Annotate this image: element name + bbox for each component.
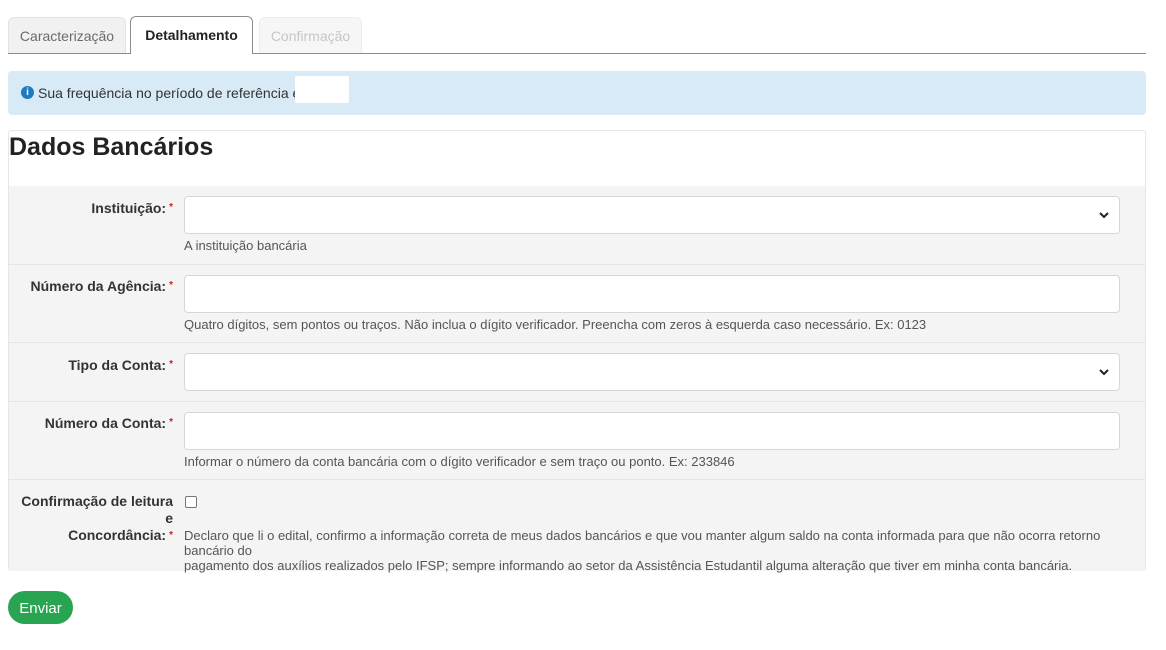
bank-data-form: Instituição: * A instituição bancária Núm… (9, 186, 1145, 573)
bank-data-card: Dados Bancários Instituição: * A institui… (8, 130, 1146, 573)
confirmacao-checkbox[interactable] (185, 496, 197, 508)
tab-detalhamento[interactable]: Detalhamento (130, 16, 253, 54)
tab-caracterizacao[interactable]: Caracterização (8, 17, 126, 53)
tab-confirmacao: Confirmação (259, 17, 362, 53)
frequency-value (295, 76, 349, 103)
confirmacao-label: Confirmação de leitura e Concordância: * (21, 493, 173, 543)
instituicao-label: Instituição: * (91, 200, 173, 216)
frequency-alert: i Sua frequência no período de referênci… (8, 71, 1146, 115)
required-marker: * (169, 417, 173, 428)
tab-bar: Caracterização Detalhamento Confirmação (8, 16, 1146, 54)
numero-conta-input[interactable] (184, 412, 1120, 450)
required-marker: * (169, 202, 173, 213)
instituicao-select[interactable] (184, 196, 1120, 234)
agencia-help: Quatro dígitos, sem pontos ou traços. Nã… (184, 317, 927, 332)
required-marker: * (169, 359, 173, 370)
numero-conta-label: Número da Conta: * (44, 415, 173, 431)
section-title: Dados Bancários (9, 133, 214, 161)
instituicao-help: A instituição bancária (184, 238, 307, 253)
chevron-down-icon (1099, 212, 1109, 219)
required-marker: * (169, 280, 173, 291)
tipo-conta-label: Tipo da Conta: * (68, 357, 173, 373)
alert-text: Sua frequência no período de referência … (38, 85, 320, 101)
form-row-tipo-conta: Tipo da Conta: * (9, 343, 1145, 402)
agencia-label: Número da Agência: * (30, 278, 173, 294)
form-row-numero-conta: Número da Conta: * Informar o número da c… (9, 402, 1145, 480)
numero-conta-help: Informar o número da conta bancária com … (184, 454, 735, 469)
form-row-confirmacao: Confirmação de leitura e Concordância: * … (9, 480, 1145, 573)
confirmacao-help: Declaro que li o edital, confirmo a info… (184, 528, 1101, 573)
form-row-agencia: Número da Agência: * Quatro dígitos, sem … (9, 265, 1145, 343)
enviar-button[interactable]: Enviar (8, 591, 73, 624)
agencia-input[interactable] (184, 275, 1120, 313)
required-marker: * (169, 530, 173, 541)
chevron-down-icon (1099, 369, 1109, 376)
tipo-conta-select[interactable] (184, 353, 1120, 391)
info-icon: i (21, 86, 34, 99)
form-row-instituicao: Instituição: * A instituição bancária (9, 186, 1145, 265)
